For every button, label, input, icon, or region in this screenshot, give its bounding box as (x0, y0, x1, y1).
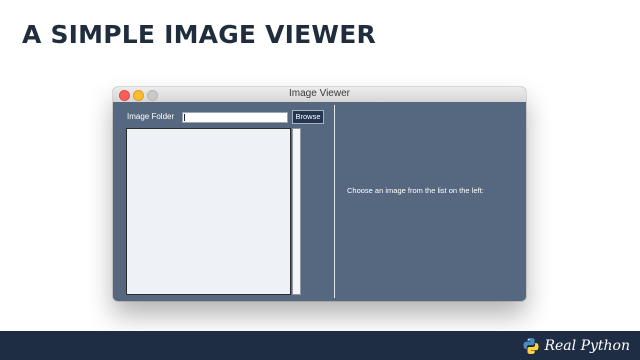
image-folder-input[interactable] (182, 112, 288, 123)
slide-title: A SIMPLE IMAGE VIEWER (22, 20, 376, 49)
window-title: Image Viewer (289, 88, 350, 99)
footer-bar: Real Python (0, 331, 640, 360)
brand-logo: Real Python (522, 335, 630, 356)
image-viewer-window: Image Viewer Image Folder Browse Choose … (113, 87, 526, 301)
python-logo-icon (523, 337, 539, 354)
image-folder-label: Image Folder (127, 112, 175, 121)
window-titlebar[interactable]: Image Viewer (113, 87, 526, 103)
text-caret (184, 114, 185, 121)
choose-image-prompt: Choose an image from the list on the lef… (347, 186, 484, 195)
brand-name: Real Python (544, 337, 630, 354)
file-list[interactable] (126, 128, 291, 295)
file-list-scrollbar[interactable] (292, 128, 301, 295)
vertical-separator (334, 105, 335, 298)
window-content: Image Folder Browse Choose an image from… (113, 102, 526, 301)
browse-button[interactable]: Browse (292, 110, 324, 124)
